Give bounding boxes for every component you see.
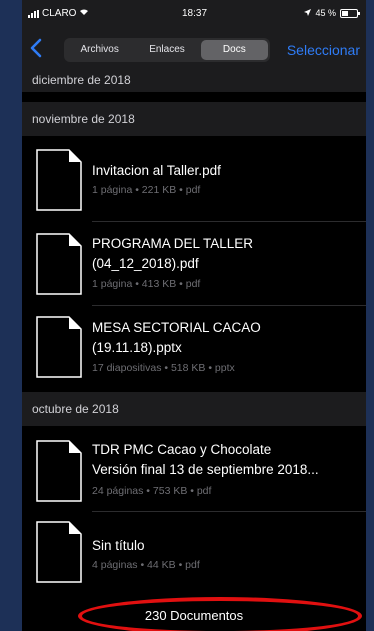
clock: 18:37	[182, 8, 208, 19]
chevron-left-icon	[30, 38, 42, 58]
document-icon	[36, 440, 82, 502]
status-bar: CLARO 18:37 45 %	[22, 0, 366, 26]
document-icon	[36, 521, 82, 583]
status-right: 45 %	[304, 8, 360, 18]
carrier-name: CLARO	[42, 8, 77, 19]
nav-bar: Archivos Enlaces Docs Seleccionar	[22, 26, 366, 72]
section-header-december: diciembre de 2018	[22, 72, 366, 92]
wifi-icon	[79, 8, 89, 19]
item-title-line2: (19.11.18).pptx	[92, 340, 182, 355]
battery-percent: 45 %	[315, 8, 336, 18]
item-title-line2: Versión final 13 de septiembre 2018...	[92, 462, 319, 477]
highlight-oval	[78, 597, 362, 631]
tab-archivos[interactable]: Archivos	[66, 40, 133, 60]
item-title-line1: TDR PMC Cacao y Chocolate	[92, 442, 272, 457]
item-title-line1: MESA SECTORIAL CACAO	[92, 320, 261, 335]
tab-docs[interactable]: Docs	[200, 40, 268, 60]
item-title: Invitacion al Taller.pdf	[92, 163, 221, 178]
item-meta: 1 página • 221 KB • pdf	[92, 184, 201, 196]
document-icon	[36, 316, 82, 378]
list-item[interactable]: Sin título 4 páginas • 44 KB • pdf	[22, 512, 366, 596]
list-item[interactable]: TDR PMC Cacao y Chocolate Versión final …	[22, 426, 366, 512]
list-item[interactable]: MESA SECTORIAL CACAO (19.11.18).pptx 17 …	[22, 306, 366, 392]
location-icon	[304, 8, 312, 18]
segmented-control: Archivos Enlaces Docs	[64, 38, 270, 62]
item-meta: 24 páginas • 753 KB • pdf	[92, 485, 212, 497]
item-title-line1: PROGRAMA DEL TALLER	[92, 236, 254, 251]
list-item[interactable]: Invitacion al Taller.pdf 1 página • 221 …	[22, 136, 366, 222]
item-title-line2: (04_12_2018).pdf	[92, 256, 199, 271]
section-header-november: noviembre de 2018	[22, 102, 366, 136]
select-button[interactable]: Seleccionar	[287, 42, 360, 58]
item-title: Sin título	[92, 538, 145, 553]
carrier-indicator: CLARO	[28, 8, 89, 19]
battery-icon	[340, 8, 360, 18]
item-meta: 17 diapositivas • 518 KB • pptx	[92, 362, 235, 374]
item-meta: 1 página • 413 KB • pdf	[92, 278, 201, 290]
item-meta: 4 páginas • 44 KB • pdf	[92, 559, 200, 571]
list-item[interactable]: PROGRAMA DEL TALLER (04_12_2018).pdf 1 p…	[22, 222, 366, 306]
phone-screen: CLARO 18:37 45 % Archivos Enlaces Docs S…	[22, 0, 366, 631]
tab-enlaces[interactable]: Enlaces	[133, 40, 200, 60]
document-icon	[36, 149, 82, 211]
section-header-october: octubre de 2018	[22, 392, 366, 426]
back-button[interactable]	[30, 38, 50, 60]
signal-icon	[28, 9, 39, 18]
document-icon	[36, 233, 82, 295]
